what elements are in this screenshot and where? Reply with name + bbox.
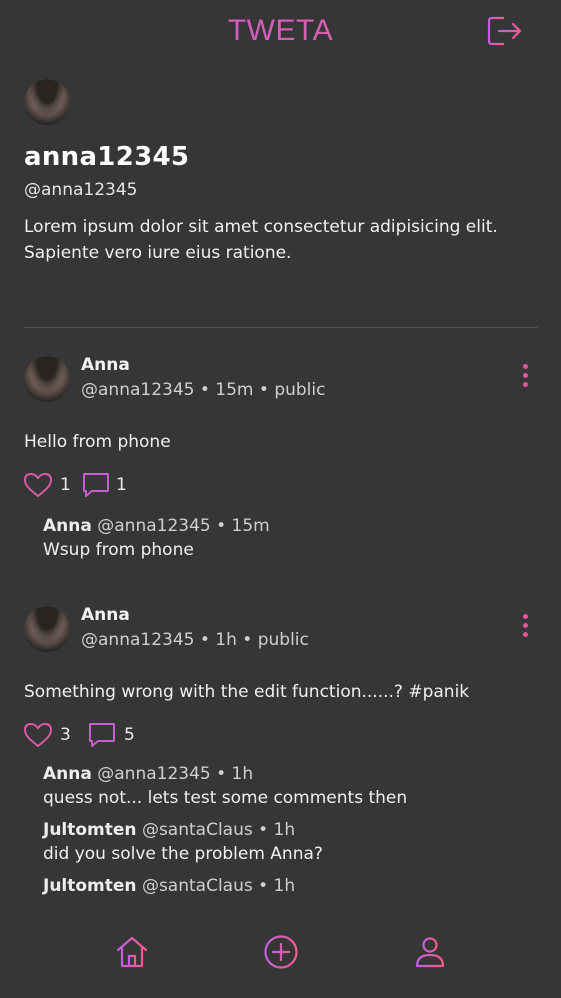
like-button[interactable]: 3	[24, 722, 71, 748]
logout-icon[interactable]	[487, 15, 523, 47]
comment-item: Anna @anna12345 • 15m Wsup from phone	[43, 516, 538, 560]
more-options-icon[interactable]	[516, 364, 534, 392]
more-options-icon[interactable]	[516, 614, 534, 642]
comment-item: Jultomten @santaClaus • 1h	[43, 876, 538, 896]
post-card: Anna @anna12345 • 15m • public Hello fro…	[24, 355, 538, 560]
comment-icon	[83, 473, 109, 497]
like-count: 3	[60, 725, 71, 745]
comment-text: Wsup from phone	[43, 540, 194, 560]
heart-icon	[24, 722, 52, 748]
top-bar: TWETA	[0, 0, 561, 64]
like-count: 1	[60, 475, 71, 495]
bottom-nav	[0, 924, 561, 984]
post-meta: @anna12345 • 15m • public	[81, 380, 326, 400]
comment-button[interactable]: 5	[88, 722, 135, 748]
post-author[interactable]: Anna	[81, 355, 130, 375]
app-logo[interactable]: TWETA	[0, 14, 561, 48]
profile-display-name: anna12345	[24, 142, 190, 172]
profile-section: anna12345 @anna12345 Lorem ipsum dolor s…	[24, 79, 538, 266]
profile-bio: Lorem ipsum dolor sit amet consectetur a…	[24, 217, 498, 263]
comment-author[interactable]: Anna	[43, 764, 92, 784]
post-text: Hello from phone	[24, 432, 171, 452]
post-author[interactable]: Anna	[81, 605, 130, 625]
comment-meta: @anna12345 • 15m	[97, 516, 270, 536]
comment-meta: @santaClaus • 1h	[141, 876, 296, 896]
divider	[24, 327, 538, 328]
avatar[interactable]	[24, 606, 70, 652]
home-icon[interactable]	[114, 934, 150, 970]
comment-count: 5	[124, 725, 135, 745]
profile-icon[interactable]	[412, 934, 448, 970]
post-text: Something wrong with the edit function..…	[24, 682, 470, 702]
comment-author[interactable]: Jultomten	[43, 876, 137, 896]
comment-author[interactable]: Anna	[43, 516, 92, 536]
heart-icon	[24, 472, 52, 498]
comment-item: Anna @anna12345 • 1h quess not... lets t…	[43, 764, 538, 808]
avatar[interactable]	[24, 356, 70, 402]
post-meta: @anna12345 • 1h • public	[81, 630, 309, 650]
comment-meta: @anna12345 • 1h	[97, 764, 254, 784]
comment-count: 1	[116, 475, 127, 495]
like-button[interactable]: 1	[24, 472, 71, 498]
post-card: Anna @anna12345 • 1h • public Something …	[24, 605, 538, 896]
profile-handle: @anna12345	[24, 180, 138, 200]
comment-text: did you solve the problem Anna?	[43, 844, 323, 864]
comment-item: Jultomten @santaClaus • 1h did you solve…	[43, 820, 538, 864]
comment-icon	[89, 723, 115, 747]
avatar[interactable]	[24, 79, 70, 125]
comment-text: quess not... lets test some comments the…	[43, 788, 408, 808]
add-post-icon[interactable]	[263, 934, 299, 970]
comment-meta: @santaClaus • 1h	[141, 820, 296, 840]
comment-author[interactable]: Jultomten	[43, 820, 137, 840]
comment-button[interactable]: 1	[82, 472, 127, 498]
